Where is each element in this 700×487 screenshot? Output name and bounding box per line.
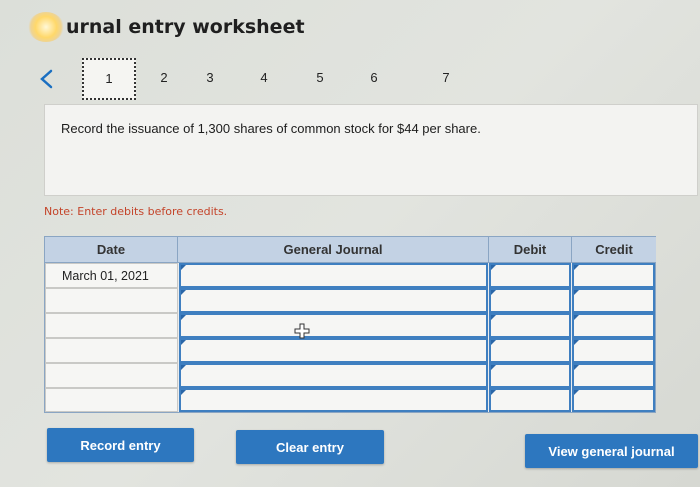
date-cell[interactable]: [45, 363, 178, 388]
step-5[interactable]: 5: [310, 70, 330, 85]
step-3[interactable]: 3: [200, 70, 220, 85]
cell-indicator-icon: [181, 290, 186, 295]
step-7[interactable]: 7: [436, 70, 456, 85]
cell-indicator-icon: [181, 265, 186, 270]
step-1[interactable]: 1: [82, 58, 136, 100]
credit-input[interactable]: [572, 263, 655, 288]
column-header-credit: Credit: [572, 237, 656, 263]
date-cell[interactable]: [45, 388, 178, 412]
debit-input[interactable]: [489, 363, 571, 388]
column-header-debit: Debit: [489, 237, 572, 263]
note-text: Note: Enter debits before credits.: [44, 205, 228, 218]
credit-input[interactable]: [572, 338, 655, 363]
move-cursor-icon: [294, 323, 310, 339]
cell-indicator-icon: [491, 340, 496, 345]
view-general-journal-button[interactable]: View general journal: [525, 434, 698, 468]
cell-indicator-icon: [491, 390, 496, 395]
credit-input[interactable]: [572, 388, 655, 412]
cell-indicator-icon: [574, 365, 579, 370]
debit-input[interactable]: [489, 263, 571, 288]
date-cell[interactable]: March 01, 2021: [45, 263, 178, 288]
debit-input[interactable]: [489, 338, 571, 363]
date-cell[interactable]: [45, 288, 178, 313]
account-input[interactable]: [179, 263, 488, 288]
credit-input[interactable]: [572, 363, 655, 388]
column-header-date: Date: [45, 237, 178, 263]
chevron-left-icon[interactable]: [36, 68, 58, 90]
cell-indicator-icon: [574, 265, 579, 270]
cell-indicator-icon: [181, 390, 186, 395]
question-text: Record the issuance of 1,300 shares of c…: [61, 121, 481, 136]
light-glare: [28, 12, 64, 42]
cell-indicator-icon: [574, 390, 579, 395]
clear-entry-button[interactable]: Clear entry: [236, 430, 384, 464]
cell-indicator-icon: [181, 365, 186, 370]
column-header-general-journal: General Journal: [178, 237, 489, 263]
debit-input[interactable]: [489, 288, 571, 313]
account-input[interactable]: [179, 363, 488, 388]
question-panel: Record the issuance of 1,300 shares of c…: [44, 104, 698, 196]
account-input[interactable]: [179, 338, 488, 363]
cell-indicator-icon: [491, 365, 496, 370]
cell-indicator-icon: [181, 315, 186, 320]
step-2[interactable]: 2: [154, 70, 174, 85]
date-cell[interactable]: [45, 338, 178, 363]
journal-table: Date General Journal Debit Credit March …: [44, 236, 656, 413]
account-input[interactable]: [179, 313, 488, 338]
credit-input[interactable]: [572, 313, 655, 338]
title-row: urnal entry worksheet: [28, 12, 305, 42]
account-input[interactable]: [179, 388, 488, 412]
credit-input[interactable]: [572, 288, 655, 313]
cell-indicator-icon: [574, 340, 579, 345]
cell-indicator-icon: [491, 315, 496, 320]
cell-indicator-icon: [574, 290, 579, 295]
step-6[interactable]: 6: [364, 70, 384, 85]
record-entry-button[interactable]: Record entry: [47, 428, 194, 462]
step-4[interactable]: 4: [254, 70, 274, 85]
date-cell[interactable]: [45, 313, 178, 338]
cell-indicator-icon: [181, 340, 186, 345]
page-title: urnal entry worksheet: [66, 16, 305, 38]
debit-input[interactable]: [489, 388, 571, 412]
account-input[interactable]: [179, 288, 488, 313]
cell-indicator-icon: [491, 265, 496, 270]
cell-indicator-icon: [491, 290, 496, 295]
cell-indicator-icon: [574, 315, 579, 320]
debit-input[interactable]: [489, 313, 571, 338]
